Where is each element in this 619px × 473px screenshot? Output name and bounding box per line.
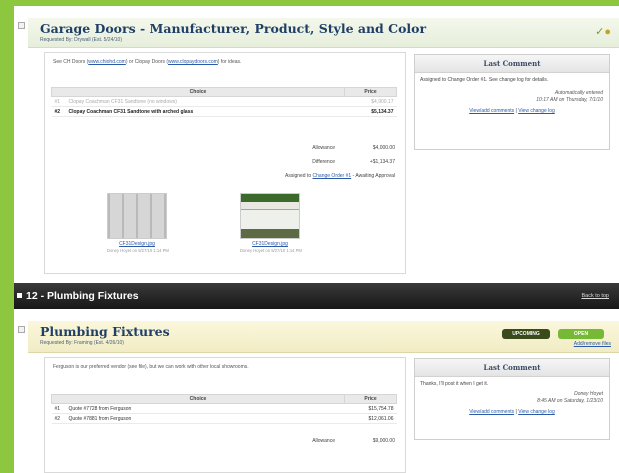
thumbnail-2[interactable]: CF31Design.jpg Doney Hoyet on 5/27/10 1:… (240, 193, 302, 253)
category-band: 12 - Plumbing Fixtures Back to top (14, 283, 619, 309)
view-change-log-link[interactable]: View change log (518, 409, 555, 415)
difference-label: Difference (312, 159, 335, 165)
comment-links: View/add comments | View change log (415, 108, 609, 114)
garage-door-photo[interactable] (240, 193, 300, 239)
choice-name: Clopay Coachman CF31 Sandtone (no window… (65, 96, 345, 107)
section-title: Plumbing Fixtures (40, 324, 170, 339)
choice-name: Quote #7881 from Ferguson (65, 413, 345, 424)
difference-value: +$1,134.37 (369, 159, 395, 165)
add-remove-files-link[interactable]: Add/remove files (574, 341, 611, 347)
table-row[interactable]: #2 Clopay Coachman CF31 Sandtone with ar… (51, 106, 397, 117)
collapse-icon[interactable] (18, 22, 25, 29)
assigned-text: Assigned to (285, 173, 313, 179)
vendor-link-1[interactable]: www.chiohd.com (88, 59, 126, 65)
comment-links: View/add comments | View change log (415, 409, 609, 415)
choice-price: $12,061.06 (344, 413, 397, 424)
table-row[interactable]: #2 Quote #7881 from Ferguson $12,061.06 (51, 413, 397, 424)
note-text: ) for ideas. (217, 59, 242, 65)
note-text: ) or Clopay Doors ( (125, 59, 169, 65)
requested-by: Requested By: Drywall (Est. 5/24/10) (40, 37, 122, 43)
choice-number: #2 (51, 106, 66, 117)
vendor-note: See CH Doors (www.chiohd.com) or Clopay … (53, 59, 241, 65)
price-header: Price (344, 394, 397, 404)
allowance-row: Allowance $4,000.00 (195, 145, 395, 155)
check-icon[interactable]: ✓ (595, 26, 604, 38)
thumbnail-caption[interactable]: CF31Design.jpg (240, 241, 300, 247)
vendor-note: Ferguson is our preferred vendor (see fi… (53, 364, 249, 370)
garage-door-image[interactable] (107, 193, 167, 239)
allowance-label: Allowance (312, 438, 335, 444)
thumbnail-caption[interactable]: CF31Design.jpg (107, 241, 167, 247)
open-badge: OPEN (558, 329, 604, 339)
garage-details-panel: See CH Doors (www.chiohd.com) or Clopay … (44, 52, 406, 274)
view-change-log-link[interactable]: View change log (518, 108, 555, 114)
upcoming-badge: UPCOMING (502, 329, 550, 339)
allowance-label: Allowance (312, 145, 335, 151)
choice-price: $15,754.78 (344, 403, 397, 414)
view-comments-link[interactable]: View/add comments (469, 108, 514, 114)
assignment-status: Assigned to Change Order #1 - Awaiting A… (285, 173, 395, 179)
view-comments-link[interactable]: View/add comments (469, 409, 514, 415)
comment-text: Thanks, I'll post it when I get it. (420, 381, 489, 387)
choice-header: Choice (51, 87, 345, 97)
choice-name: Clopay Coachman CF31 Sandtone with arche… (65, 106, 345, 117)
assigned-text: - Awaiting Approval (351, 173, 395, 179)
collapse-icon[interactable] (18, 326, 25, 333)
comment-time: 8:45 AM on Saturday, 1/23/10 (537, 398, 603, 404)
approval-icons[interactable]: ✓● (595, 25, 611, 38)
section-title: Garage Doors - Manufacturer, Product, St… (40, 21, 427, 36)
selections-page: Garage Doors - Manufacturer, Product, St… (14, 6, 619, 473)
thumbnail-meta: Doney Hoyet on 5/27/10 1:14 PM (107, 248, 169, 253)
comment-author: Doney Hoyet (574, 391, 603, 397)
choice-header: Choice (51, 394, 345, 404)
garage-doors-header: Garage Doors - Manufacturer, Product, St… (28, 18, 619, 48)
comment-author: Automatically entered (554, 90, 603, 96)
allowance-value: $9,000.00 (372, 438, 395, 444)
table-row[interactable]: #1 Quote #7728 from Ferguson $15,754.78 (51, 403, 397, 414)
requested-by: Requested By: Framing (Est. 4/26/10) (40, 340, 124, 346)
note-text: See CH Doors ( (53, 59, 89, 65)
thumbnail-meta: Doney Hoyet on 5/27/10 1:14 PM (240, 248, 302, 253)
choices-table: Choice Price #1 Clopay Coachman CF31 San… (51, 87, 397, 117)
plumbing-details-panel: Ferguson is our preferred vendor (see fi… (44, 357, 406, 473)
choice-name: Quote #7728 from Ferguson (65, 403, 345, 414)
table-row[interactable]: #1 Clopay Coachman CF31 Sandtone (no win… (51, 96, 397, 107)
price-header: Price (344, 87, 397, 97)
category-title: 12 - Plumbing Fixtures (26, 290, 139, 302)
comment-time: 10:17 AM on Thursday, 7/1/10 (536, 97, 603, 103)
choice-number: #1 (51, 403, 66, 414)
bulb-icon: ● (604, 26, 611, 38)
choice-price: $4,900.17 (344, 96, 397, 107)
change-order-link[interactable]: Change Order #1 (313, 173, 352, 179)
bullet-icon (17, 293, 22, 298)
last-comment-title: Last Comment (415, 55, 609, 73)
choice-number: #1 (51, 96, 66, 107)
difference-row: Difference +$1,134.37 (195, 159, 395, 169)
thumbnail-1[interactable]: CF31Design.jpg Doney Hoyet on 5/27/10 1:… (107, 193, 169, 253)
allowance-row: Allowance $9,000.00 (195, 438, 395, 448)
last-comment-box: Last Comment Assigned to Change Order #1… (414, 54, 610, 150)
allowance-value: $4,000.00 (372, 145, 395, 151)
last-comment-title: Last Comment (415, 359, 609, 377)
last-comment-box: Last Comment Thanks, I'll post it when I… (414, 358, 610, 440)
back-to-top-link[interactable]: Back to top (581, 293, 609, 299)
choice-number: #2 (51, 413, 66, 424)
choices-table: Choice Price #1 Quote #7728 from Ferguso… (51, 394, 397, 424)
comment-text: Assigned to Change Order #1. See change … (420, 77, 549, 83)
choice-price: $5,134.37 (344, 106, 397, 117)
plumbing-fixtures-header: Plumbing Fixtures Requested By: Framing … (28, 321, 619, 353)
vendor-link-2[interactable]: www.clopaydoors.com (168, 59, 218, 65)
